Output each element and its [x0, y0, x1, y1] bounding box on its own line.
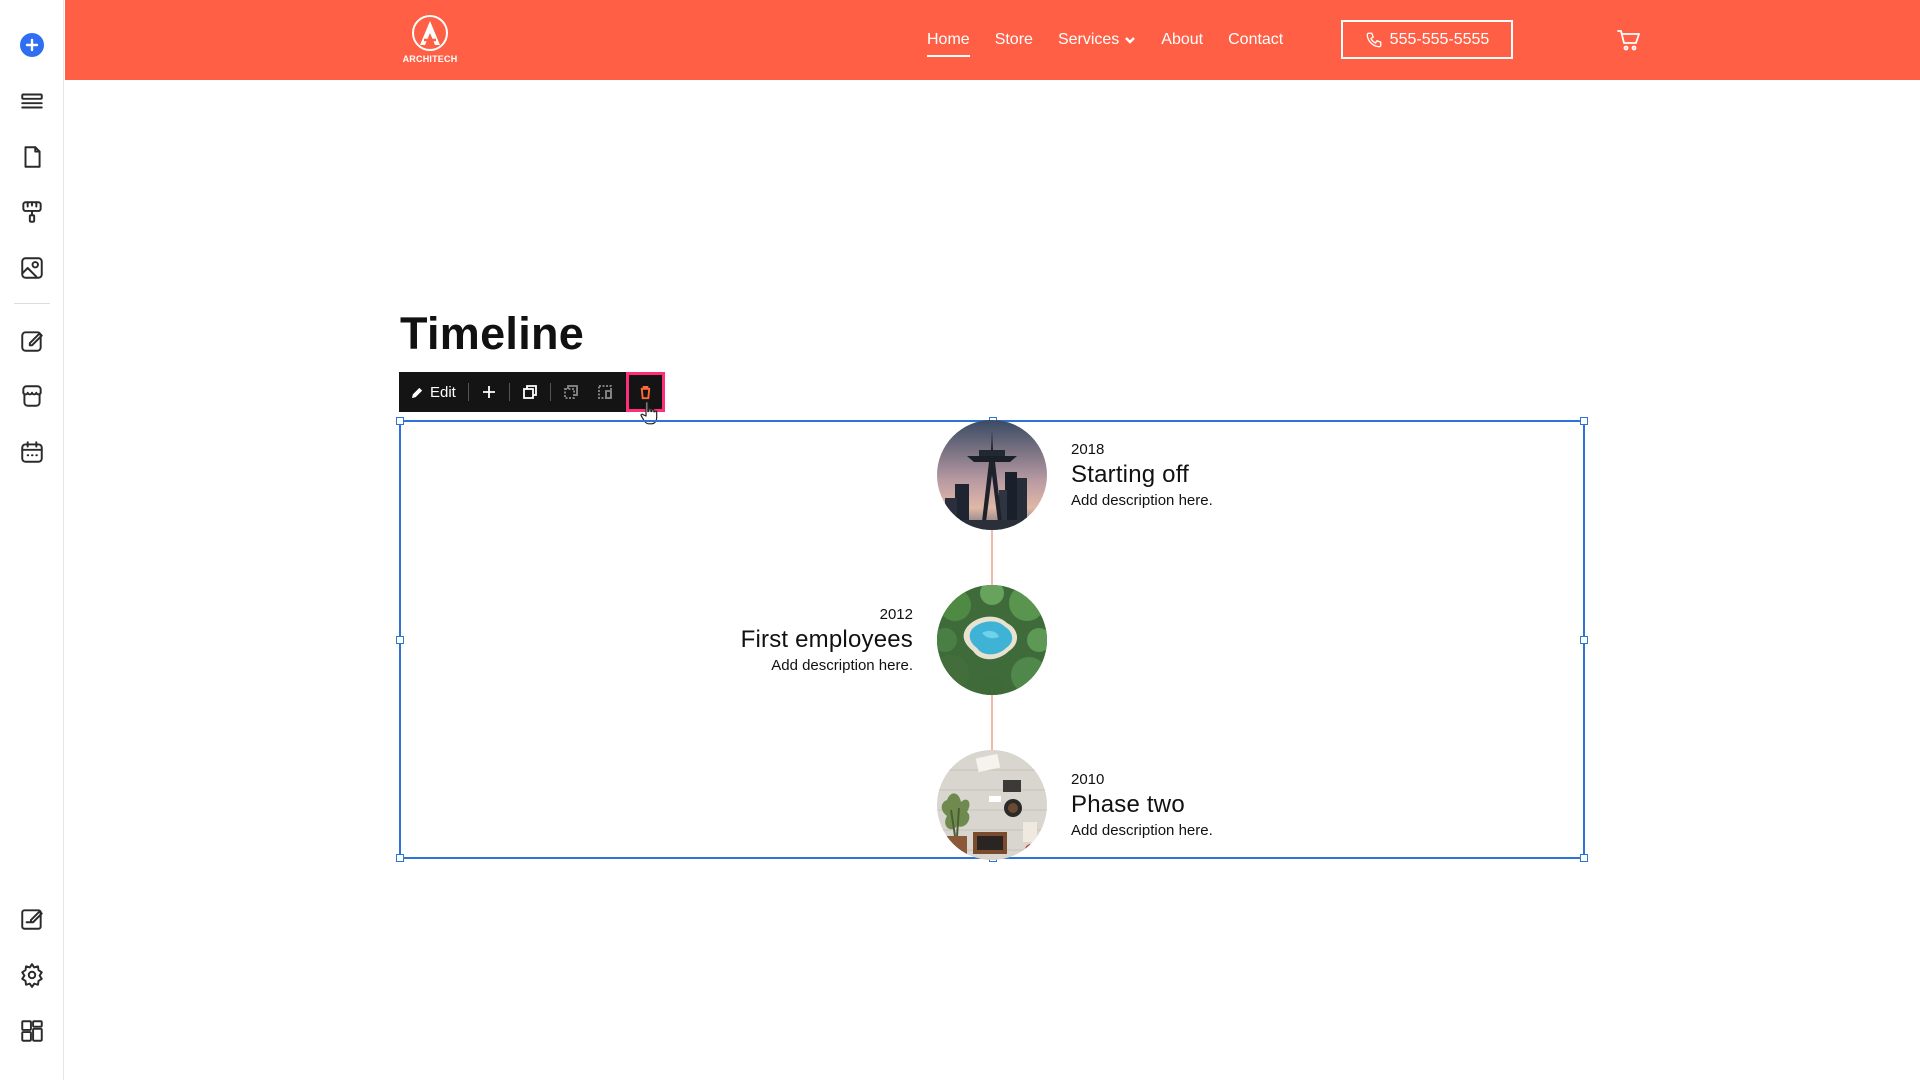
timeline-title: Starting off: [1071, 461, 1190, 488]
editor-sidebar: [0, 0, 64, 1080]
image-icon[interactable]: [13, 249, 51, 287]
phone-button[interactable]: 555-555-5555: [1341, 20, 1513, 59]
timeline-item[interactable]: 2018 Starting off Add description here.: [1071, 441, 1213, 509]
timeline-year: 2018: [1071, 441, 1105, 458]
timeline-year: 2012: [879, 606, 913, 623]
page-icon[interactable]: [13, 138, 51, 176]
nav-store[interactable]: Store: [995, 30, 1033, 50]
copy-style-icon: [563, 385, 578, 399]
add-button[interactable]: [469, 372, 509, 412]
site-header: ARCHITECH Home Store Services About Cont…: [65, 0, 1920, 80]
edit-icon[interactable]: [13, 322, 51, 360]
rail-divider: [14, 303, 50, 304]
blog-edit-icon[interactable]: [13, 900, 51, 938]
copy-style-button[interactable]: [551, 372, 591, 412]
logo-mark-icon: [412, 15, 448, 51]
timeline-image[interactable]: [937, 585, 1047, 695]
nav-contact[interactable]: Contact: [1228, 30, 1283, 50]
phone-icon: [1366, 32, 1382, 47]
nav-about[interactable]: About: [1161, 30, 1203, 50]
timeline-title: First employees: [740, 626, 913, 653]
paste-style-button[interactable]: [591, 372, 619, 412]
edit-label: Edit: [430, 383, 456, 401]
element-toolbar: Edit: [399, 372, 665, 412]
timeline-image[interactable]: [937, 750, 1047, 860]
paint-roller-icon[interactable]: [13, 193, 51, 231]
resize-handle[interactable]: [396, 854, 404, 862]
nav-services[interactable]: Services: [1058, 30, 1136, 50]
calendar-icon[interactable]: [13, 433, 51, 471]
timeline-image[interactable]: [937, 420, 1047, 530]
edit-button[interactable]: Edit: [399, 372, 468, 412]
paste-style-icon: [597, 385, 612, 399]
timeline-year: 2010: [1071, 771, 1105, 788]
timeline-description: Add description here.: [1071, 492, 1213, 509]
logo-text: ARCHITECH: [402, 54, 458, 64]
resize-handle[interactable]: [396, 417, 404, 425]
resize-handle[interactable]: [1580, 636, 1588, 644]
timeline-item[interactable]: 2012 First employees Add description her…: [741, 606, 913, 674]
store-icon[interactable]: [13, 377, 51, 415]
desk-flatlay-photo: [937, 750, 1047, 860]
space-needle-photo: [937, 420, 1047, 530]
trash-icon: [640, 385, 651, 399]
phone-number: 555-555-5555: [1389, 30, 1490, 48]
chevron-down-icon: [1125, 37, 1136, 44]
duplicate-button[interactable]: [510, 372, 550, 412]
add-icon[interactable]: [20, 33, 44, 57]
dashboard-icon[interactable]: [13, 1012, 51, 1050]
layers-icon[interactable]: [13, 82, 51, 120]
duplicate-icon: [522, 385, 537, 399]
gear-icon[interactable]: [13, 956, 51, 994]
nav-services-label: Services: [1057, 31, 1120, 48]
timeline-title: Phase two: [1071, 791, 1185, 818]
cart-icon[interactable]: [1616, 27, 1642, 53]
plus-icon: [482, 386, 495, 398]
main-nav: Home Store Services About Contact: [927, 30, 1308, 57]
resize-handle[interactable]: [396, 636, 404, 644]
resize-handle[interactable]: [1580, 854, 1588, 862]
timeline-item[interactable]: 2010 Phase two Add description here.: [1071, 771, 1213, 839]
pencil-icon: [411, 387, 423, 398]
page-title[interactable]: Timeline: [400, 308, 584, 360]
resize-handle[interactable]: [1580, 417, 1588, 425]
nav-home[interactable]: Home: [927, 30, 970, 57]
pool-aerial-photo: [937, 585, 1047, 695]
logo[interactable]: ARCHITECH: [398, 14, 462, 70]
timeline-description: Add description here.: [1071, 822, 1213, 839]
timeline-description: Add description here.: [771, 657, 913, 674]
